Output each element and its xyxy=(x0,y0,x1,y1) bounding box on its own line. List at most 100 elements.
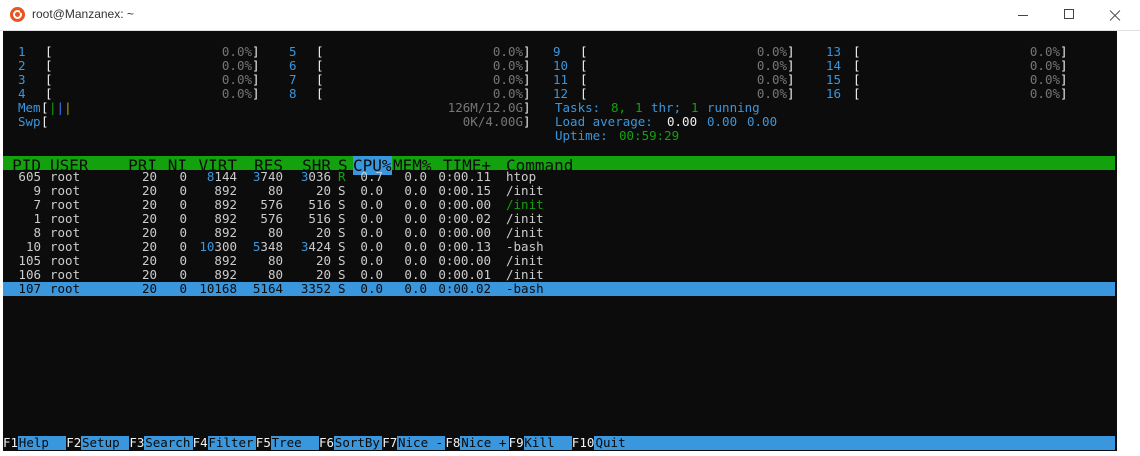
fkey-f1[interactable]: F1 xyxy=(3,436,19,450)
table-row[interactable]: 106 root 20 0 892 80 20 S 0.0 0.0 0:00.01/init xyxy=(3,268,1115,282)
state-cell: S xyxy=(338,253,346,268)
load-label: Load average: xyxy=(555,114,653,129)
swp-value: 0K/4.00G xyxy=(462,114,523,129)
cpu-meter: 12 [0.0%] xyxy=(553,87,795,101)
pid-cell: 1 xyxy=(33,211,41,226)
fkey-f7[interactable]: F7 xyxy=(382,436,398,450)
fkey-label-f5[interactable]: Tree xyxy=(272,436,302,450)
shr-cell: 516 xyxy=(289,212,331,226)
virt-hi: 10 xyxy=(199,239,215,254)
pri-cell: 20 xyxy=(141,267,157,282)
res-cell: 576 xyxy=(243,198,283,212)
res-cell: 5164 xyxy=(243,282,283,296)
cpu-meter-id: 11 xyxy=(553,72,569,87)
command-cell: htop xyxy=(506,169,537,184)
res-cell: 80 xyxy=(243,226,283,240)
table-row[interactable]: 1 root 20 0 892 576 516 S 0.0 0.0 0:00.02/init xyxy=(3,212,1115,226)
fkey-label-f3[interactable]: Search xyxy=(145,436,190,450)
terminal-screen[interactable]: 1 [0.0%] 2 [0.0%] 3 [0.0%] 4 [0.0%] 5 [0.0%] 6 [0.0… xyxy=(3,31,1117,451)
cpu-meter-bracket: [ xyxy=(45,44,53,59)
time-cell: 0:00.15 xyxy=(438,183,491,198)
ni-cell: 0 xyxy=(179,183,187,198)
maximize-button[interactable] xyxy=(1046,0,1092,30)
cpu-meter-bracket: ] xyxy=(787,44,795,59)
fkey-f6[interactable]: F6 xyxy=(319,436,335,450)
fkey-label-f9[interactable]: Kill xyxy=(524,436,554,450)
mem-cell: 0.0 xyxy=(404,197,427,212)
scrollbar[interactable] xyxy=(1117,31,1137,451)
table-row[interactable]: 7 root 20 0 892 576 516 S 0.0 0.0 0:00.00/init xyxy=(3,198,1115,212)
minimize-button[interactable] xyxy=(1000,0,1046,30)
cpu-cell: 0.0 xyxy=(360,197,383,212)
cpu-meter: 2 [0.0%] xyxy=(18,58,260,73)
cpu-meter-bracket: [ xyxy=(316,58,324,73)
virt-lo: 892 xyxy=(214,197,237,212)
fkey-f8[interactable]: F8 xyxy=(445,436,461,450)
cpu-meter-bracket: ] xyxy=(252,58,260,73)
pid-cell: 106 xyxy=(18,267,41,282)
fkey-f5[interactable]: F5 xyxy=(255,436,271,450)
command-cell: /init xyxy=(506,211,544,226)
terminal-window: root@Manzanex: ~ 1 [0.0%] 2 [0.0%] 3 [0.0%] 4 [… xyxy=(0,0,1140,456)
fkey-f9[interactable]: F9 xyxy=(508,436,524,450)
fkey-label-f7[interactable]: Nice - xyxy=(398,436,443,450)
time-cell: 0:00.00 xyxy=(438,197,491,212)
res-cell: 5348 xyxy=(243,240,283,254)
mem-cell: 0.0 xyxy=(404,239,427,254)
fkey-f3[interactable]: F3 xyxy=(129,436,145,450)
res-lo: 80 xyxy=(267,225,283,240)
fkey-label-f6[interactable]: SortBy xyxy=(335,436,380,450)
fkey-label-f1[interactable]: Help xyxy=(19,436,49,450)
res-lo: 576 xyxy=(260,197,283,212)
cpu-meter: 16 [0.0%] xyxy=(826,86,1068,101)
fkey-label-f10[interactable]: Quit xyxy=(596,436,626,450)
cpu-meter-bracket: ] xyxy=(523,72,531,87)
cpu-meter-bracket: ] xyxy=(787,72,795,87)
fkey-f4[interactable]: F4 xyxy=(192,436,208,450)
tasks-running: 1 xyxy=(691,100,699,115)
table-row[interactable]: 105 root 20 0 892 80 20 S 0.0 0.0 0:00.00/init xyxy=(3,254,1115,268)
fkey-label-f2[interactable]: Setup xyxy=(82,436,120,450)
table-row[interactable]: 605 root 20 0 8144 3740 3036 R 0.7 0.0 0:00.11 htop xyxy=(3,170,1115,184)
close-button[interactable] xyxy=(1092,0,1138,30)
title-bar[interactable]: root@Manzanex: ~ xyxy=(0,0,1140,31)
function-key-bar: F1 Help F2 Setup F3 Search F4 Filter F5 Tree F6 Sor… xyxy=(3,436,1115,450)
cpu-meter-bracket: ] xyxy=(787,58,795,73)
virt-cell: 10168 xyxy=(193,282,237,296)
table-row[interactable]: 10 root 20 0 10300 5348 3424 S 0.0 0.0 0:00.13 -bas… xyxy=(3,240,1115,254)
cpu-cell: 0.0 xyxy=(360,225,383,240)
table-row[interactable]: 107 root 20 0 10168 5164 3352 S 0.0 0.0 0:00.02 -ba… xyxy=(3,282,1115,296)
load-1min: 0.00 xyxy=(667,114,698,129)
cpu-meter-bracket: ] xyxy=(1060,86,1068,101)
load-15min: 0.00 xyxy=(747,114,778,129)
cpu-meter: 13 [0.0%] xyxy=(826,45,1068,59)
fkey-f10[interactable]: F10 xyxy=(571,436,595,450)
process-table-header[interactable]: PID USER PRI NI VIRT RES SHR S CPU% MEM%… xyxy=(3,156,1115,175)
cpu-meter-bracket: [ xyxy=(853,86,861,101)
shr-cell: 20 xyxy=(289,268,331,282)
fkey-f2[interactable]: F2 xyxy=(66,436,82,450)
mem-cell: 0.0 xyxy=(404,281,427,296)
pid-cell: 105 xyxy=(18,253,41,268)
pid-cell: 605 xyxy=(18,169,41,184)
fkey-label-f4[interactable]: Filter xyxy=(208,436,253,450)
state-cell: S xyxy=(338,239,346,254)
time-cell: 0:00.00 xyxy=(438,253,491,268)
cpu-cell: 0.0 xyxy=(360,183,383,198)
user-cell: root xyxy=(50,183,81,198)
shr-lo: 516 xyxy=(308,211,331,226)
ni-cell: 0 xyxy=(179,281,187,296)
table-row[interactable]: 8 root 20 0 892 80 20 S 0.0 0.0 0:00.00/init xyxy=(3,226,1115,240)
cpu-meter-bracket: [ xyxy=(853,72,861,87)
cpu-cell: 0.0 xyxy=(360,253,383,268)
shr-lo: 20 xyxy=(315,225,331,240)
swp-label: Swp xyxy=(18,114,41,129)
cpu-meter-bracket: [ xyxy=(580,72,588,87)
command-cell: -bash xyxy=(506,239,544,254)
swp-bracket: ] xyxy=(523,114,531,129)
virt-cell: 892 xyxy=(193,184,237,198)
table-row[interactable]: 9 root 20 0 892 80 20 S 0.0 0.0 0:00.15/init xyxy=(3,184,1115,198)
cpu-meter-bracket: [ xyxy=(316,44,324,59)
fkey-label-f8[interactable]: Nice + xyxy=(461,436,506,450)
ni-cell: 0 xyxy=(179,197,187,212)
